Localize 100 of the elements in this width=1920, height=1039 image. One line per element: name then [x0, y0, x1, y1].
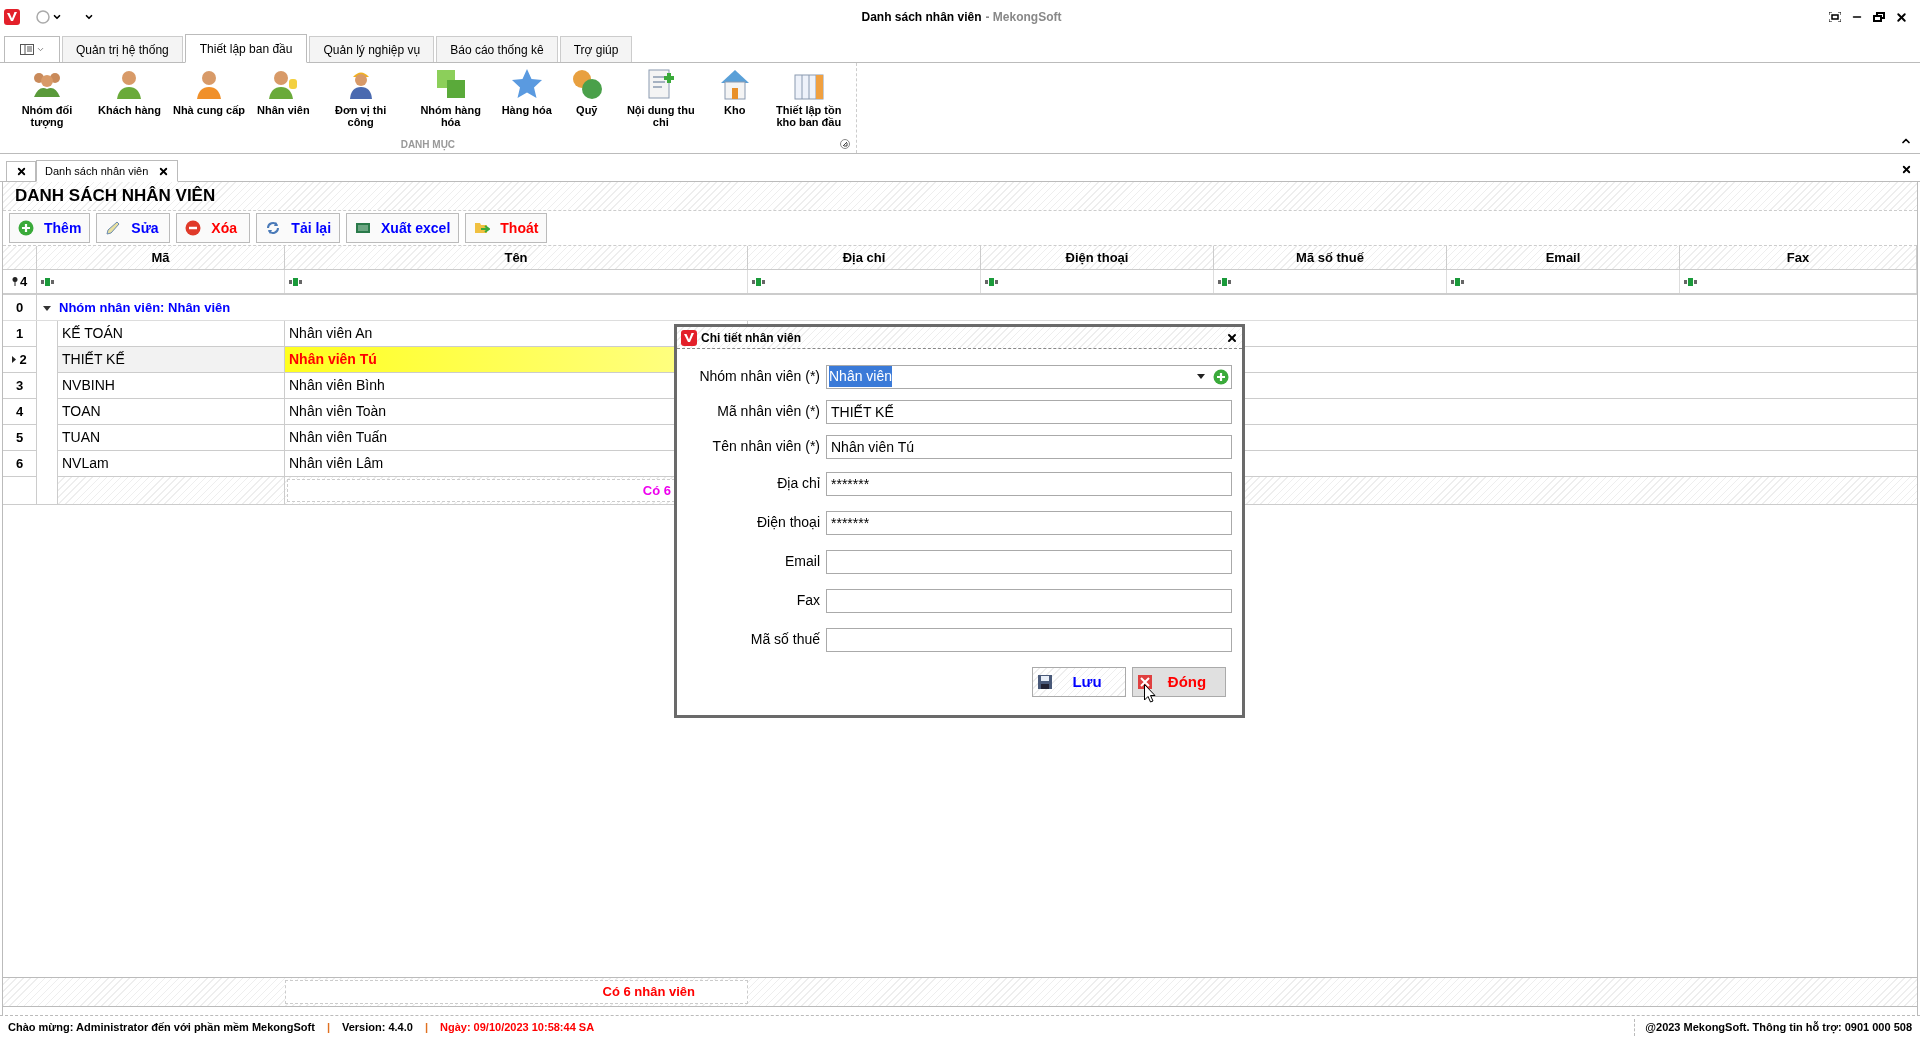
filter-count: 4	[19, 272, 28, 291]
status-separator: |	[326, 1020, 330, 1036]
table-cell: TUAN	[58, 425, 285, 451]
ribbon-button[interactable]: Nội dung thu chi	[615, 67, 706, 128]
filter-icon[interactable]	[1684, 277, 1698, 286]
minus-circle-icon	[185, 220, 202, 236]
field-label: Mã số thuế	[749, 630, 821, 649]
ribbon-button[interactable]: Nhà cung cấp	[166, 67, 252, 116]
ribbon-tab[interactable]: Báo cáo thống kê	[436, 36, 558, 62]
table-cell: THIẾT KẾ	[58, 347, 285, 373]
close-icon	[15, 166, 27, 177]
table-cell: TOAN	[58, 399, 285, 425]
folder-exit-icon	[474, 220, 491, 236]
caret-icon[interactable]	[1197, 374, 1205, 379]
ribbon-button[interactable]: Nhóm hàng hóa	[405, 67, 496, 128]
filter-icon[interactable]	[985, 277, 999, 286]
field-label: Fax	[795, 591, 821, 610]
input-field[interactable]	[826, 549, 1232, 574]
field-label: Điện thoại	[755, 513, 821, 532]
mouse-cursor-icon	[1144, 684, 1156, 703]
status-text: @2023 MekongSoft. Thông tin hỗ trợ: 0901 000 508	[1634, 1019, 1912, 1036]
logo-icon	[681, 329, 697, 346]
pencil-icon	[105, 220, 122, 236]
toolbar-button[interactable]: Thêm	[9, 213, 91, 243]
window-title: Danh sách nhân viên	[861, 9, 982, 26]
row-number: 6	[15, 454, 24, 473]
ribbon-button[interactable]: Thiết lập tồn kho ban đầu	[763, 67, 854, 128]
ribbon-tab[interactable]: Quản trị hệ thống	[62, 36, 183, 62]
toolbar-button[interactable]: Tải lại	[256, 213, 341, 243]
filter-icon[interactable]	[1218, 277, 1232, 286]
column-header[interactable]: Địa chỉ	[748, 246, 981, 269]
row-number: 2	[19, 350, 27, 369]
column-header[interactable]: Mã số thuế	[1214, 246, 1447, 269]
ribbon-tab[interactable]: Trợ giúp	[559, 36, 633, 62]
toolbar-button[interactable]: Xuất excel	[346, 213, 460, 243]
input-field[interactable]: *******	[826, 510, 1232, 535]
input-field[interactable]	[826, 627, 1232, 652]
row-number: 3	[15, 376, 24, 395]
close-icon[interactable]	[158, 165, 170, 177]
document-tab[interactable]: Danh sách nhân viên	[36, 160, 179, 182]
close-icon[interactable]	[1901, 164, 1912, 175]
refresh-icon	[265, 220, 282, 236]
current-row-icon	[12, 356, 17, 363]
input-field[interactable]: Nhân viên Tú	[826, 434, 1232, 459]
ribbon-button[interactable]: Đơn vị thi công	[315, 67, 406, 128]
filter-icon[interactable]	[1451, 277, 1465, 286]
ribbon-button[interactable]: Hàng hóa	[495, 67, 558, 116]
column-header[interactable]: Mã	[37, 246, 285, 269]
row-number: 4	[15, 402, 24, 421]
panel-icon	[19, 44, 34, 55]
toolbar-button[interactable]: Sửa	[96, 213, 171, 243]
ribbon-button[interactable]: Kho	[705, 67, 764, 116]
table-cell: NVBINH	[58, 373, 285, 399]
filter-icon[interactable]	[752, 277, 766, 286]
add-icon[interactable]	[1213, 368, 1229, 385]
column-header[interactable]: Email	[1447, 246, 1680, 269]
app-menu-button[interactable]	[4, 36, 60, 62]
input-field[interactable]: *******	[826, 471, 1232, 496]
app-name: - MekongSoft	[985, 9, 1062, 26]
close-icon[interactable]	[1226, 331, 1238, 344]
column-header[interactable]: Fax	[1680, 246, 1917, 269]
filter-icon[interactable]	[289, 277, 303, 286]
status-separator: |	[424, 1020, 428, 1036]
restore-icon[interactable]	[1873, 12, 1885, 22]
field-label: Địa chỉ	[776, 474, 821, 493]
caret-icon	[35, 45, 45, 54]
ribbon-button[interactable]: Nhân viên	[251, 67, 316, 116]
collapse-caret-icon[interactable]	[43, 303, 51, 312]
add-icon	[18, 220, 34, 236]
row-number: 5	[15, 428, 24, 447]
ribbon-tab[interactable]: Thiết lập ban đầu	[184, 34, 308, 63]
ribbon-tab[interactable]: Quản lý nghiệp vụ	[309, 36, 435, 62]
dialog-button[interactable]: Lưu	[1032, 667, 1126, 697]
screenshot-icon[interactable]	[1829, 12, 1841, 22]
pin-icon	[11, 277, 18, 286]
field-label: Email	[784, 552, 821, 571]
ribbon-button[interactable]: Nhóm đối tượng	[2, 67, 92, 128]
toolbar-button[interactable]: Xóa	[176, 213, 251, 243]
total-summary: Có 6 nhân viên	[602, 983, 695, 1002]
column-header[interactable]: Điện thoại	[981, 246, 1214, 269]
dropdown-field[interactable]: Nhân viên	[826, 364, 1232, 389]
column-header[interactable]: Tên	[285, 246, 748, 269]
row-number: 0	[15, 298, 24, 317]
input-field[interactable]: THIẾT KẾ	[826, 399, 1232, 424]
close-icon	[1137, 674, 1153, 690]
close-icon[interactable]	[1895, 10, 1908, 24]
status-text: Chào mừng: Administrator đến với phần mềm MekongSoft	[8, 1020, 315, 1036]
group-label: DANH MỤC	[400, 137, 456, 152]
ribbon-button[interactable]: Khách hàng	[92, 67, 167, 116]
ribbon-button[interactable]: Quỹ	[557, 67, 616, 116]
group-summary: Có 6	[642, 481, 671, 500]
input-field[interactable]	[826, 588, 1232, 613]
toolbar-button[interactable]: Thoát	[465, 213, 548, 243]
caret-icon[interactable]	[84, 12, 94, 22]
caret-icon[interactable]	[52, 12, 62, 22]
logo-icon	[4, 9, 20, 25]
page-heading: DANH SÁCH NHÂN VIÊN	[15, 185, 216, 208]
status-text: Version: 4.4.0	[342, 1020, 413, 1036]
filter-icon[interactable]	[41, 277, 55, 286]
launcher-icon[interactable]	[839, 139, 850, 149]
